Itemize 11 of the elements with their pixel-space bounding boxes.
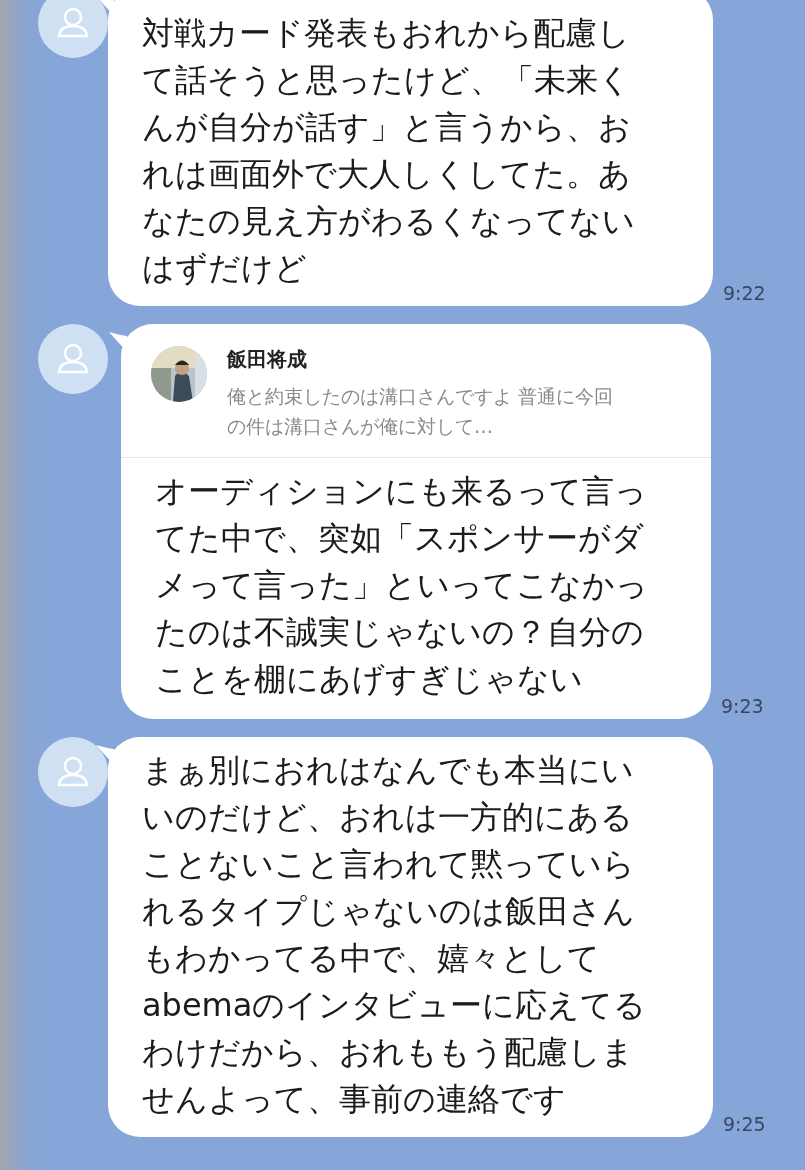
- message-text: まぁ別におれはなんでも本当にいいのだけど、おれは一方的にあることないこと言われて黙っていられるタイプじゃないのは飯田さんもわかってる中で、嬉々としてabemaのインタビューに応えてるわけだから、おれももう配慮しませんよって、事前の連絡です: [142, 750, 648, 1120]
- sender-name: 飯田将成: [227, 346, 308, 373]
- message-text: オーディションにも来るって言ってた中で、突如「スポンサーがダメって言った」といってこなかったのは不誠実じゃないの？自分のことを棚にあげすぎじゃない: [154, 471, 649, 700]
- message-text: 対戦カード発表もおれから配慮して話そうと思ったけど、「未来くんが自分が話す」と言うから、おれは画面外で大人しくしてた。あなたの見え方がわるくなってないはずだけど: [142, 13, 636, 289]
- quoted-message: 俺と約束したのは溝口さんですよ 普通に今回の件は溝口さんが俺に対して…: [227, 384, 615, 439]
- message-time: 9:22: [723, 282, 766, 304]
- message-time: 9:23: [721, 695, 764, 717]
- user-avatar[interactable]: [38, 0, 108, 58]
- user-avatar[interactable]: [38, 737, 108, 807]
- message-time: 9:25: [723, 1113, 766, 1135]
- user-avatar[interactable]: [38, 324, 108, 394]
